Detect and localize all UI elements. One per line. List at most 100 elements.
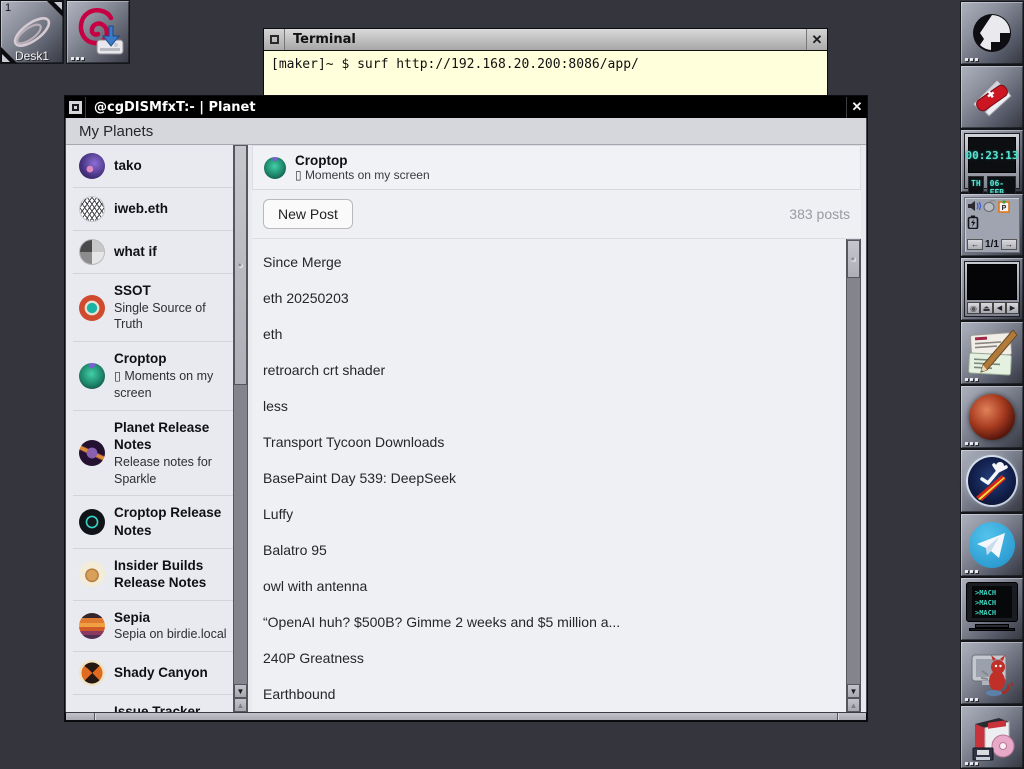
planet-avatar-croptop-release-notes [79, 509, 105, 535]
swiss-army-knife-icon [967, 72, 1017, 122]
dock-tile-debian-installer[interactable] [66, 0, 130, 64]
new-post-button[interactable]: New Post [263, 199, 353, 229]
feed-scrollbar[interactable] [846, 239, 861, 712]
dock-tile-planet-app[interactable] [960, 385, 1024, 449]
planet-sidebar: tako iweb.eth what if SSOTSingle Source … [73, 145, 233, 712]
workspace-clip[interactable]: 1 Desk1 [0, 0, 64, 64]
planet-avatar-shady-canyon [79, 660, 105, 686]
feed-panel: Croptop ▯ Moments on my screen New Post … [252, 145, 861, 712]
planet-avatar-sepia [79, 613, 105, 639]
speaker-icon[interactable] [967, 200, 981, 212]
planet-window-title: @cgDISMfxT:- | Planet [86, 100, 256, 115]
software-package-icon [965, 710, 1019, 764]
sidebar-item-planet-release-notes[interactable]: Planet Release NotesRelease notes for Sp… [73, 411, 233, 497]
close-button[interactable] [806, 29, 827, 50]
record-button[interactable] [967, 302, 980, 314]
mouse-icon[interactable] [983, 200, 996, 212]
tray-pager: 1/1 [985, 239, 999, 250]
dock-tile-wprefs[interactable] [960, 65, 1024, 129]
planet-avatar-what-if [79, 239, 105, 265]
feed-subtitle: ▯ Moments on my screen [295, 168, 430, 182]
parcel-tracker-icon[interactable]: P [998, 200, 1010, 213]
sidebar-item-shady-canyon[interactable]: Shady Canyon [73, 652, 233, 695]
bsd-daemon-icon [966, 647, 1018, 699]
minimize-button[interactable] [264, 29, 285, 50]
dock-tile-media-player[interactable] [960, 257, 1024, 321]
telegram-icon [969, 522, 1015, 568]
close-button[interactable] [846, 97, 867, 118]
battery-icon[interactable] [967, 215, 979, 229]
sidebar-item-insider-builds[interactable]: Insider Builds Release Notes [73, 549, 233, 601]
eject-button[interactable] [980, 302, 993, 314]
post-item[interactable]: eth 20250203 [263, 280, 835, 316]
tray-next-button[interactable] [1001, 239, 1017, 250]
svg-text:P: P [1002, 205, 1007, 212]
planet-avatar-ssot [79, 295, 105, 321]
debian-install-icon [71, 4, 127, 60]
lcd-clock-icon: 00:23:13 TH 06-FEB [964, 133, 1020, 189]
sidebar-scrollbar[interactable] [233, 145, 248, 712]
dock-tile-system-tray[interactable]: P 1/1 [960, 193, 1024, 257]
tray-prev-button[interactable] [967, 239, 983, 250]
red-moon-icon [969, 394, 1015, 440]
media-player-icon [964, 261, 1020, 317]
post-item[interactable]: “OpenAI huh? $500B? Gimme 2 weeks and $5… [263, 604, 835, 640]
wmaker-dock: 00:23:13 TH 06-FEB P 1/1 [960, 1, 1024, 769]
planet-avatar-insider-builds [79, 561, 105, 587]
running-indicator [965, 698, 978, 701]
planet-window: @cgDISMfxT:- | Planet My Planets tako iw… [64, 95, 868, 722]
terminal-title: Terminal [285, 32, 356, 47]
scroll-down-button[interactable] [847, 684, 860, 698]
post-item[interactable]: 240P Greatness [263, 640, 835, 676]
sidebar-item-croptop[interactable]: Croptop▯ Moments on my screen [73, 342, 233, 410]
next-button[interactable] [1006, 302, 1019, 314]
sidebar-item-iweb-eth[interactable]: iweb.eth [73, 188, 233, 231]
scroll-down-button[interactable] [234, 684, 247, 698]
window-resize-bar[interactable] [65, 712, 867, 721]
feed-scrollbar-thumb[interactable] [847, 240, 860, 278]
sidebar-scrollbar-thumb[interactable] [234, 145, 247, 385]
sidebar-item-what-if[interactable]: what if [73, 231, 233, 274]
post-item[interactable]: BasePaint Day 539: DeepSeek [263, 460, 835, 496]
post-item[interactable]: retroarch crt shader [263, 352, 835, 388]
sidebar-item-ssot[interactable]: SSOTSingle Source of Truth [73, 274, 233, 342]
ski-jump-icon [968, 457, 1016, 505]
terminal-titlebar[interactable]: Terminal [264, 29, 827, 51]
prev-button[interactable] [993, 302, 1006, 314]
running-indicator [965, 570, 978, 573]
mach-terminal-icon: >MACH >MACH >MACH [965, 582, 1019, 636]
post-item[interactable]: Earthbound [263, 676, 835, 712]
dock-tile-compose-mail[interactable] [960, 321, 1024, 385]
dock-tile-wmaker[interactable] [960, 1, 1024, 65]
croptop-avatar [264, 157, 286, 179]
minimize-button[interactable] [65, 97, 86, 118]
planet-titlebar[interactable]: @cgDISMfxT:- | Planet [65, 96, 867, 118]
scroll-up-button[interactable] [847, 698, 860, 712]
sidebar-item-sepia[interactable]: SepiaSepia on birdie.local [73, 601, 233, 652]
post-item[interactable]: Luffy [263, 496, 835, 532]
scroll-up-button[interactable] [234, 698, 247, 712]
sidebar-item-croptop-release-notes[interactable]: Croptop Release Notes [73, 496, 233, 548]
system-tray-icon: P 1/1 [964, 197, 1020, 253]
wmaker-logo-icon [970, 11, 1014, 55]
dock-tile-software-package[interactable] [960, 705, 1024, 769]
post-item[interactable]: Balatro 95 [263, 532, 835, 568]
post-item[interactable]: owl with antenna [263, 568, 835, 604]
terminal-prompt-line: [maker]~ $ surf http://192.168.20.200:80… [271, 56, 820, 75]
posts-list: Since Merge eth 20250203 eth retroarch c… [252, 239, 846, 712]
post-item[interactable]: Since Merge [263, 244, 835, 280]
dock-tile-ski-jump[interactable] [960, 449, 1024, 513]
post-item[interactable]: Transport Tycoon Downloads [263, 424, 835, 460]
sidebar-item-tako[interactable]: tako [73, 145, 233, 188]
dock-tile-telegram[interactable] [960, 513, 1024, 577]
posts-count: 383 posts [789, 206, 850, 222]
player-screen [967, 264, 1017, 300]
planet-avatar-iweb [79, 196, 105, 222]
post-item[interactable]: less [263, 388, 835, 424]
dock-tile-mach-terminal[interactable]: >MACH >MACH >MACH [960, 577, 1024, 641]
sidebar-item-issue-tracker[interactable]: Issue Tracker▯▯▯▯ Planet ▯▯▯▯▯ Issue Tra… [73, 695, 233, 712]
post-item[interactable]: eth [263, 316, 835, 352]
dock-tile-clock[interactable]: 00:23:13 TH 06-FEB [960, 129, 1024, 193]
running-indicator [965, 762, 978, 765]
dock-tile-bsd-daemon[interactable] [960, 641, 1024, 705]
